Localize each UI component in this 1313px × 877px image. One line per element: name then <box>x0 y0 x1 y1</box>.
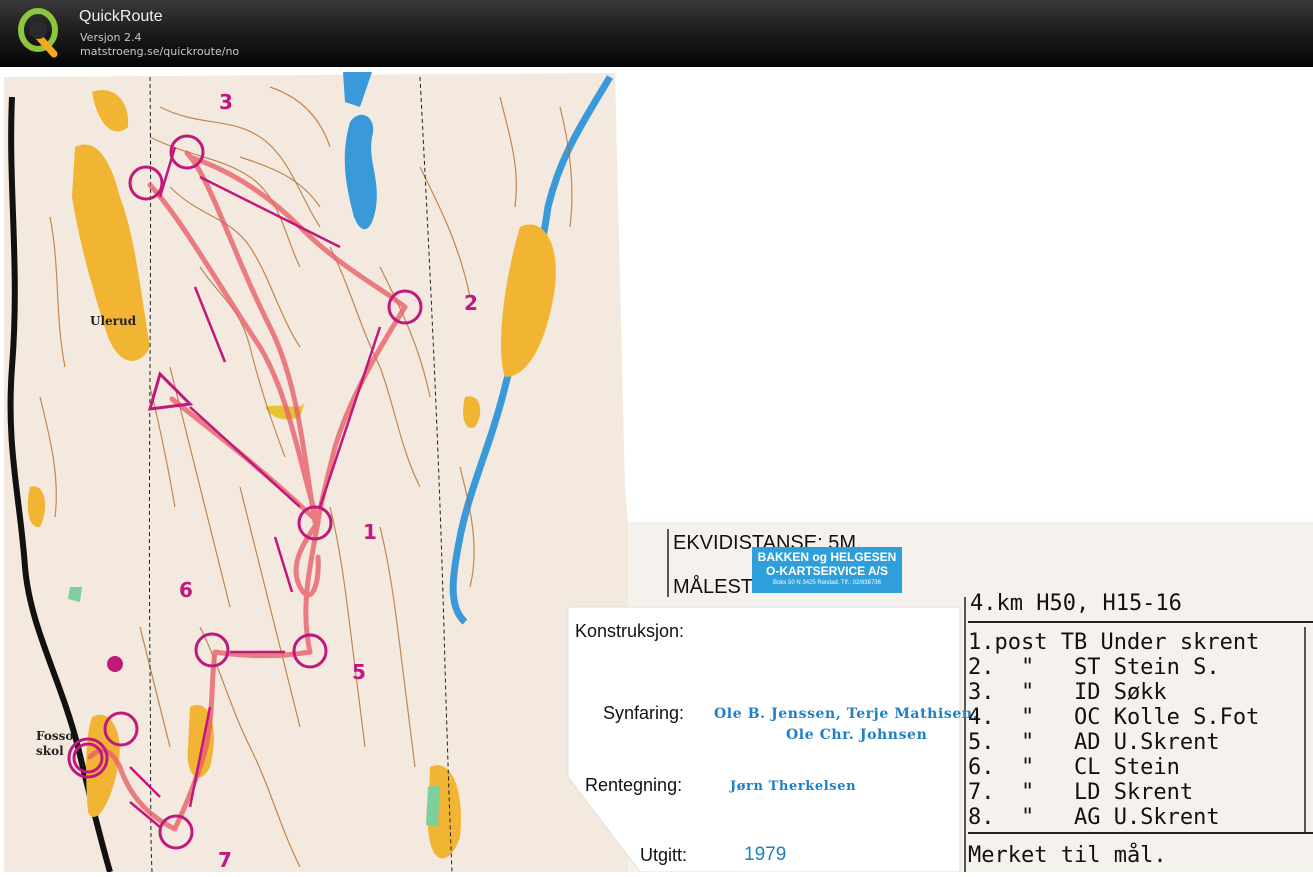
control-number-3: 3 <box>219 90 233 114</box>
utgitt-year: 1979 <box>744 844 787 865</box>
course-row-1: 1.post TB Under skrent <box>968 630 1260 655</box>
stamp-line-2: O-KARTSERVICE A/S <box>765 564 888 578</box>
control-number-7: 7 <box>218 848 232 872</box>
synfaring-label: Synfaring: <box>603 703 685 723</box>
stamp-line-1: BAKKEN og HELGESEN <box>757 550 897 564</box>
control-number-2: 2 <box>464 291 478 315</box>
utgitt-label: Utgitt: <box>640 845 688 865</box>
synfaring-names-line2: Ole Chr. Johnsen <box>786 727 928 743</box>
course-row-6: 6. " CL Stein <box>968 755 1180 780</box>
cartographer-stamp: BAKKEN og HELGESEN O-KARTSERVICE A/S Bok… <box>752 547 902 593</box>
synfaring-names-line1: Ole B. Jenssen, Terje Mathisen, <box>714 706 979 722</box>
konstruksjon-label: Konstruksjon: <box>575 621 685 641</box>
course-row-5: 5. " AD U.Skrent <box>968 730 1220 755</box>
app-url[interactable]: matstroeng.se/quickroute/no <box>80 45 239 58</box>
place-name-ulerud: Ulerud <box>90 314 137 328</box>
stamp-line-3: Boks 50 N 3425 Reistad. Tlf.: 02/836736 <box>773 580 881 586</box>
app-title: QuickRoute <box>79 8 163 25</box>
control-number-6: 6 <box>179 578 193 602</box>
quickroute-logo-icon <box>18 8 58 58</box>
course-row-4: 4. " OC Kolle S.Fot <box>968 705 1260 730</box>
course-row-7: 7. " LD Skrent <box>968 780 1194 805</box>
control-number-1: 1 <box>363 520 377 544</box>
course-row-3: 3. " ID Søkk <box>968 680 1167 705</box>
map-viewport[interactable]: 1 2 3 5 6 7 Ulerud Fosso skol EKVIDISTAN… <box>0 67 1313 873</box>
app-version: Versjon 2.4 <box>80 31 142 44</box>
course-footer: Merket til mål. <box>968 843 1167 868</box>
place-name-skol: skol <box>36 744 64 758</box>
rentegning-label: Rentegning: <box>585 775 683 795</box>
course-header: 4.km H50, H15-16 <box>970 591 1182 616</box>
control-number-5: 5 <box>352 660 366 684</box>
course-row-2: 2. " ST Stein S. <box>968 655 1220 680</box>
course-row-8: 8. " AG U.Skrent <box>968 805 1220 830</box>
rentegning-name: Jørn Therkelsen <box>730 779 857 794</box>
title-bar: QuickRoute Versjon 2.4 matstroeng.se/qui… <box>0 0 1313 67</box>
place-name-fosso: Fosso <box>36 729 73 743</box>
